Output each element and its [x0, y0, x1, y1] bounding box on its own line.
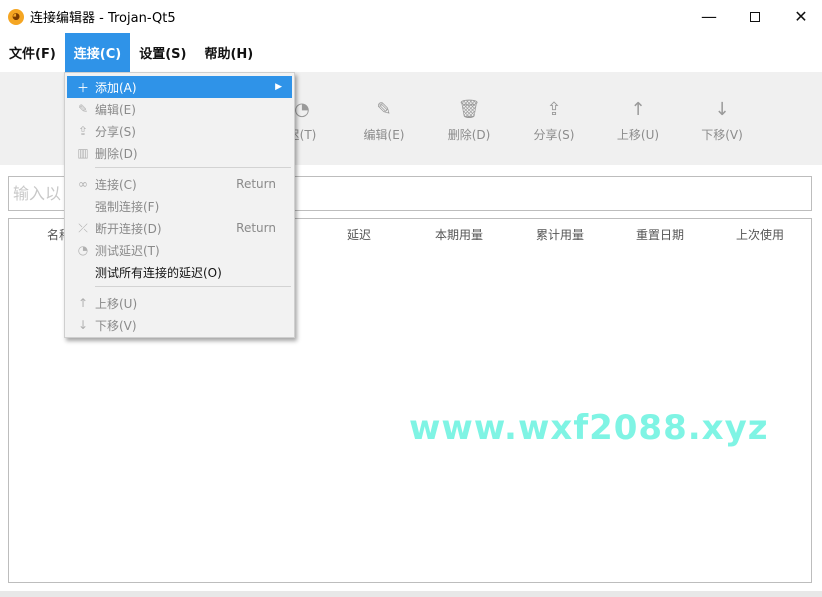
menu-item-label: 删除(D) [95, 146, 138, 161]
column-header-latency[interactable]: 延迟 [347, 226, 371, 243]
menu-item-connect[interactable]: ∞ 连接(C) Return [67, 173, 292, 195]
edit-icon: ✎ [376, 99, 392, 120]
menu-item-share[interactable]: ⇪ 分享(S) [67, 120, 292, 142]
arrow-down-icon: ↓ [77, 318, 89, 332]
toolbar-label: 上移(U) [616, 128, 660, 142]
menu-separator [95, 167, 291, 168]
menu-item-label: 连接(C) [95, 177, 137, 192]
menu-bar: 文件(F) 连接(C) 设置(S) 帮助(H) [0, 33, 822, 72]
menu-item-edit[interactable]: ✎ 编辑(E) [67, 98, 292, 120]
toolbar-move-up-button[interactable]: ↑ 上移(U) [603, 98, 673, 143]
close-icon: ✕ [794, 7, 808, 26]
toolbar-move-down-button[interactable]: ↓ 下移(V) [687, 98, 757, 143]
menu-item-move-down[interactable]: ↓ 下移(V) [67, 314, 292, 336]
watermark-text: www.wxf2088.xyz [409, 408, 769, 448]
menu-item-force-connect[interactable]: 强制连接(F) [67, 195, 292, 217]
link-icon: ∞ [78, 177, 88, 191]
share-icon: ⇪ [546, 99, 562, 120]
toolbar-label: 分享(S) [533, 128, 575, 142]
column-header-period-usage[interactable]: 本期用量 [435, 226, 483, 243]
arrow-up-icon: ↑ [77, 296, 89, 310]
arrow-up-icon: ↑ [630, 99, 646, 120]
share-icon: ⇪ [77, 124, 89, 138]
maximize-button[interactable] [732, 0, 778, 33]
toolbar-share-button[interactable]: ⇪ 分享(S) [519, 98, 589, 143]
menu-item-label: 下移(V) [95, 318, 137, 333]
plus-icon: ＋ [76, 80, 89, 95]
menu-item-label: 测试所有连接的延迟(O) [95, 265, 222, 280]
trash-icon: ▥ [77, 146, 89, 160]
arrow-down-icon: ↓ [714, 99, 730, 120]
menu-item-shortcut: Return [236, 221, 276, 235]
menu-item-test-all-latency[interactable]: 测试所有连接的延迟(O) [67, 261, 292, 283]
minimize-icon: — [701, 7, 717, 26]
maximize-icon [750, 11, 760, 22]
speed-icon: ◔ [77, 243, 89, 257]
menu-item-move-up[interactable]: ↑ 上移(U) [67, 292, 292, 314]
toolbar-delete-button[interactable]: 🗑 删除(D) [434, 98, 504, 143]
menu-item-label: 测试延迟(T) [95, 243, 160, 258]
toolbar-label: 删除(D) [447, 128, 491, 142]
submenu-arrow-icon: ▶ [275, 82, 282, 92]
menu-settings[interactable]: 设置(S) [130, 33, 195, 72]
trojan-qt5-app-icon: ◕ [8, 8, 24, 25]
menu-item-label: 上移(U) [95, 296, 138, 311]
menu-item-label: 分享(S) [95, 124, 136, 139]
menu-item-label: 断开连接(D) [95, 221, 162, 236]
connection-dropdown-menu: ＋ 添加(A) ▶ ✎ 编辑(E) ⇪ 分享(S) ▥ 删除(D) ∞ 连接(C… [64, 72, 295, 338]
menu-item-delete[interactable]: ▥ 删除(D) [67, 142, 292, 164]
menu-item-test-latency[interactable]: ◔ 测试延迟(T) [67, 239, 292, 261]
minimize-button[interactable]: — [686, 0, 732, 33]
window-title: 连接编辑器 - Trojan-Qt5 [30, 11, 176, 26]
column-header-last-used[interactable]: 上次使用 [736, 226, 784, 243]
unlink-icon: ⤫ [78, 220, 88, 235]
menu-item-shortcut: Return [236, 177, 276, 191]
column-header-reset-date[interactable]: 重置日期 [636, 226, 684, 243]
menu-item-disconnect[interactable]: ⤫ 断开连接(D) Return [67, 217, 292, 239]
menu-connection[interactable]: 连接(C) [64, 33, 131, 72]
menu-separator [95, 286, 291, 287]
close-button[interactable]: ✕ [778, 0, 822, 33]
menu-file[interactable]: 文件(F) [0, 33, 65, 72]
toolbar-label: 编辑(E) [363, 128, 405, 142]
menu-item-label: 添加(A) [95, 80, 137, 95]
title-bar: ◕ 连接编辑器 - Trojan-Qt5 — ✕ [0, 0, 822, 33]
trash-icon: 🗑 [457, 99, 481, 120]
toolbar-edit-button[interactable]: ✎ 编辑(E) [349, 98, 419, 143]
menu-help[interactable]: 帮助(H) [195, 33, 262, 72]
edit-icon: ✎ [77, 102, 89, 116]
menu-item-label: 编辑(E) [95, 102, 136, 117]
menu-item-add[interactable]: ＋ 添加(A) ▶ [67, 76, 292, 98]
toolbar-label: 下移(V) [701, 128, 743, 142]
window-bottom-edge [0, 591, 822, 597]
menu-item-label: 强制连接(F) [95, 199, 160, 214]
column-header-total-usage[interactable]: 累计用量 [536, 226, 584, 243]
